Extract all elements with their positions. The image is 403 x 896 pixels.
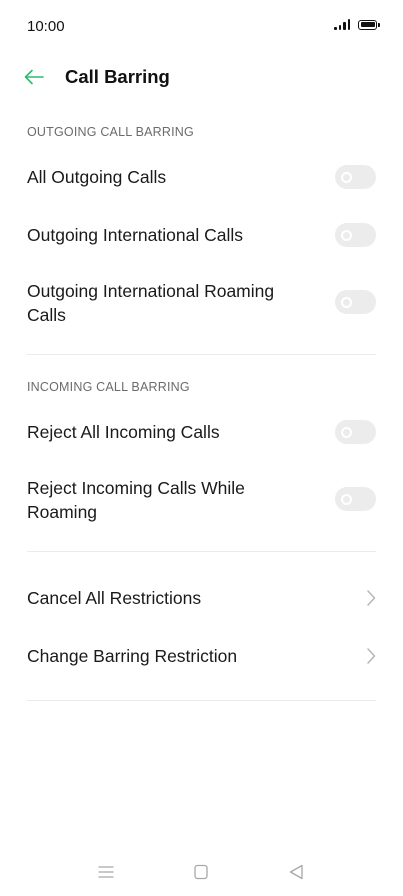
toggle-knob: [341, 171, 352, 183]
reject-incoming-roaming-toggle[interactable]: [335, 487, 376, 511]
toggle-knob: [341, 296, 352, 308]
toggle-knob: [341, 229, 352, 241]
chevron-right-icon: [367, 648, 376, 664]
status-bar: 10:00: [0, 0, 403, 52]
status-icons: [334, 19, 380, 30]
all-outgoing-toggle[interactable]: [335, 165, 376, 189]
system-nav-bar: [0, 850, 403, 896]
setting-label: Reject Incoming Calls While Roaming: [27, 478, 245, 522]
outgoing-international-toggle[interactable]: [335, 223, 376, 247]
setting-row-reject-all-incoming[interactable]: Reject All Incoming Calls: [0, 408, 403, 456]
status-time: 10:00: [27, 18, 65, 35]
section-divider: [27, 354, 376, 355]
setting-row-outgoing-international[interactable]: Outgoing International Calls: [0, 211, 403, 259]
setting-row-reject-incoming-roaming[interactable]: Reject Incoming Calls While Roaming: [0, 467, 403, 531]
app-bar: Call Barring: [0, 52, 403, 102]
setting-row-all-outgoing[interactable]: All Outgoing Calls: [0, 153, 403, 201]
setting-label: Outgoing International Roaming Calls: [27, 281, 275, 325]
back-triangle-icon[interactable]: [284, 862, 308, 882]
item-label: Cancel All Restrictions: [27, 588, 202, 608]
toggle-knob: [341, 426, 352, 438]
toggle-knob: [341, 493, 352, 505]
change-barring-restriction-item[interactable]: Change Barring Restriction: [0, 632, 403, 680]
chevron-right-icon: [367, 590, 376, 606]
section-title-outgoing: OUTGOING CALL BARRING: [27, 125, 194, 139]
setting-label: Outgoing International Calls: [27, 225, 243, 245]
setting-label: Reject All Incoming Calls: [27, 422, 220, 442]
setting-row-outgoing-international-roaming[interactable]: Outgoing International Roaming Calls: [0, 270, 403, 334]
page-title: Call Barring: [65, 66, 170, 87]
outgoing-international-roaming-toggle[interactable]: [335, 290, 376, 314]
arrow-left-icon[interactable]: [22, 65, 46, 89]
item-label: Change Barring Restriction: [27, 646, 238, 666]
reject-all-incoming-toggle[interactable]: [335, 420, 376, 444]
menu-icon[interactable]: [94, 862, 118, 882]
setting-label: All Outgoing Calls: [27, 167, 167, 187]
home-square-icon[interactable]: [189, 862, 213, 882]
signal-bars-icon: [334, 19, 350, 30]
section-divider: [27, 551, 376, 552]
battery-full-icon: [358, 19, 380, 30]
cancel-all-restrictions-item[interactable]: Cancel All Restrictions: [0, 574, 403, 622]
section-divider: [27, 700, 376, 701]
section-title-incoming: INCOMING CALL BARRING: [27, 380, 190, 394]
